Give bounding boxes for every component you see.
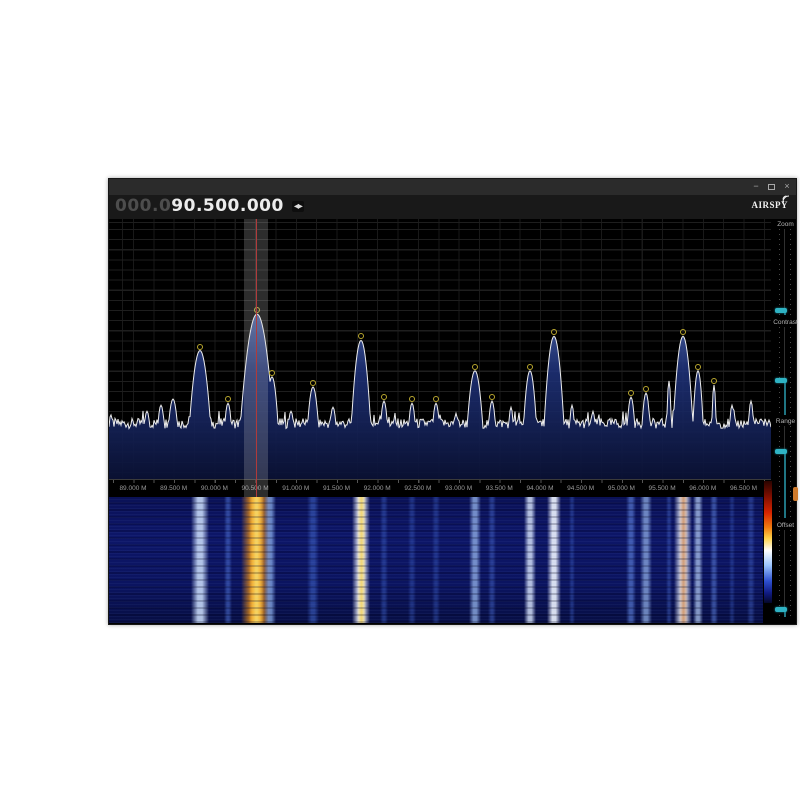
tuner-frequency-value[interactable]: 90.500.000 xyxy=(171,196,284,216)
window-controls: − × xyxy=(751,182,792,191)
peak-marker-circle xyxy=(225,396,231,402)
peak-marker-circle xyxy=(551,329,557,335)
peak-marker-circle xyxy=(628,390,634,396)
signal-arcs-icon xyxy=(780,193,792,203)
peak-marker-circle xyxy=(472,364,478,370)
waterfall-intensity-legend xyxy=(764,481,772,603)
peak-marker-circle xyxy=(680,329,686,335)
peak-marker-circle xyxy=(310,380,316,386)
frequency-axis: 89.000 M89.500 M90.000 M90.500 M91.000 M… xyxy=(109,479,771,498)
sdrsharp-window: − × 000.090.500.000 ◂▸ AIRSPY xyxy=(108,178,797,625)
tuner-readout[interactable]: 000.090.500.000 ◂▸ xyxy=(115,196,304,216)
close-icon[interactable]: × xyxy=(782,182,792,191)
slider-handle-range[interactable] xyxy=(775,449,787,454)
peak-marker-circle xyxy=(269,370,275,376)
peak-marker-circle xyxy=(527,364,533,370)
peak-markers-layer xyxy=(109,219,771,479)
minimize-icon[interactable]: − xyxy=(751,182,761,191)
slider-track-zoom[interactable] xyxy=(777,229,793,315)
tuner-leading-zeros: 000.0 xyxy=(115,196,171,216)
peak-marker-circle xyxy=(409,396,415,402)
slider-handle-offset[interactable] xyxy=(775,607,787,612)
waterfall-noise-texture xyxy=(109,497,763,623)
tuner-step-arrows[interactable]: ◂▸ xyxy=(292,201,304,212)
peak-marker-circle xyxy=(489,394,495,400)
peak-marker-circle xyxy=(711,378,717,384)
title-bar[interactable]: − × xyxy=(109,179,796,196)
slider-handle-zoom[interactable] xyxy=(775,308,787,313)
peak-marker-circle xyxy=(695,364,701,370)
slider-fill-contrast xyxy=(784,382,786,415)
maximize-icon[interactable] xyxy=(768,184,775,190)
tuning-red-line[interactable] xyxy=(256,219,257,497)
screenshot-canvas: − × 000.090.500.000 ◂▸ AIRSPY xyxy=(0,0,800,800)
peak-marker-circle xyxy=(433,396,439,402)
slider-fill-range xyxy=(784,453,786,518)
slider-label-offset: Offset xyxy=(763,522,800,529)
waterfall-display[interactable] xyxy=(109,497,763,623)
peak-marker-circle xyxy=(358,333,364,339)
slider-handle-contrast[interactable] xyxy=(775,378,787,383)
airspy-logo: AIRSPY xyxy=(751,200,788,210)
peak-marker-circle xyxy=(197,344,203,350)
peak-marker-circle xyxy=(643,386,649,392)
peak-marker-circle xyxy=(381,394,387,400)
frequency-bar: 000.090.500.000 ◂▸ AIRSPY xyxy=(109,195,796,219)
display-controls-panel: ZoomContrastRangeOffset xyxy=(773,219,798,623)
slider-track-offset[interactable] xyxy=(777,530,793,617)
